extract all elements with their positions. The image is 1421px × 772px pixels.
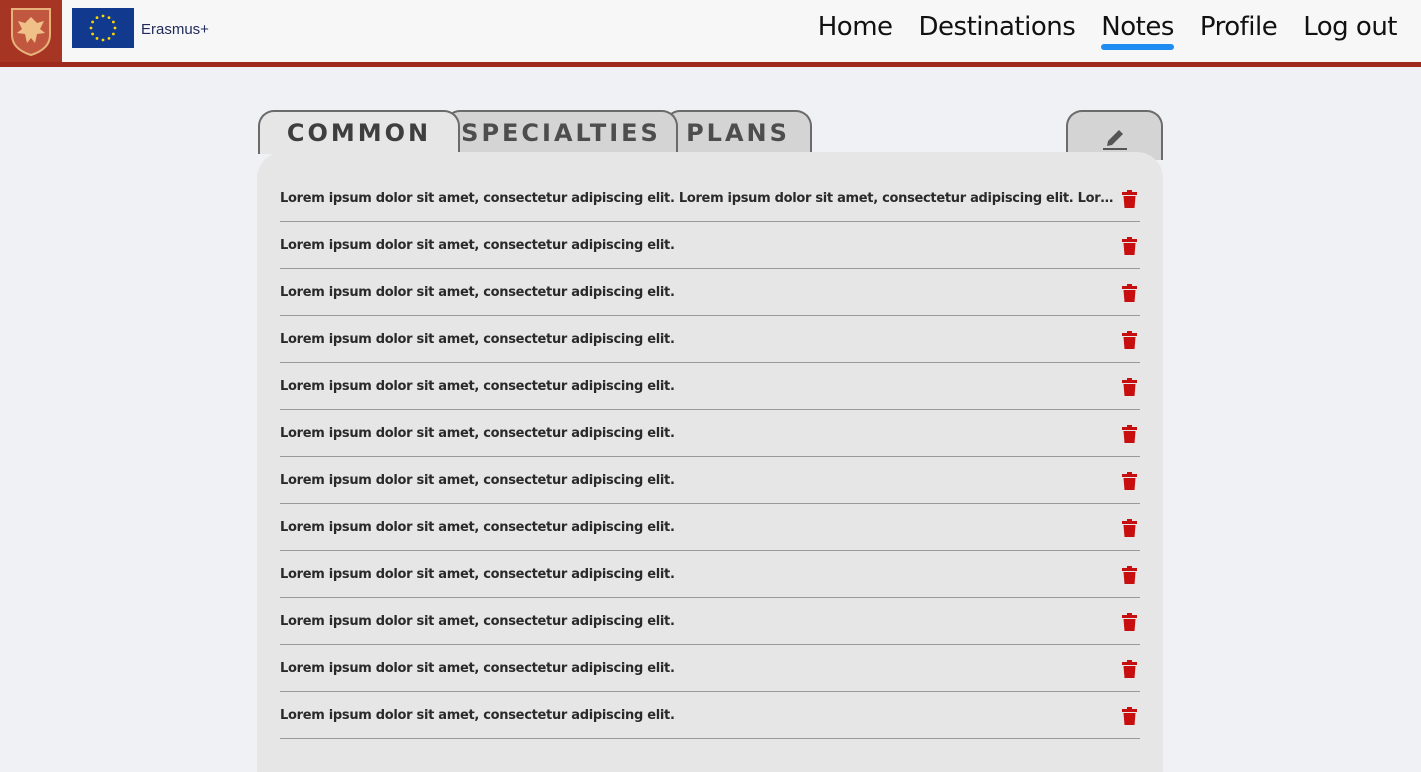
trash-icon[interactable] bbox=[1121, 189, 1138, 209]
brand-name: Erasmus+ bbox=[141, 21, 209, 38]
trash-icon[interactable] bbox=[1121, 659, 1138, 679]
trash-icon[interactable] bbox=[1121, 518, 1138, 538]
note-text: Lorem ipsum dolor sit amet, consectetur … bbox=[280, 707, 675, 723]
note-text: Lorem ipsum dolor sit amet, consectetur … bbox=[280, 566, 675, 582]
nav-notes[interactable]: Notes bbox=[1101, 12, 1174, 50]
note-item: Lorem ipsum dolor sit amet, consectetur … bbox=[280, 645, 1140, 692]
note-text: Lorem ipsum dolor sit amet, consectetur … bbox=[280, 613, 675, 629]
note-item: Lorem ipsum dolor sit amet, consectetur … bbox=[280, 598, 1140, 645]
note-text: Lorem ipsum dolor sit amet, consectetur … bbox=[280, 190, 1118, 206]
notes-list: Lorem ipsum dolor sit amet, consectetur … bbox=[280, 175, 1140, 739]
note-item: Lorem ipsum dolor sit amet, consectetur … bbox=[280, 410, 1140, 457]
note-text: Lorem ipsum dolor sit amet, consectetur … bbox=[280, 237, 675, 253]
note-item: Lorem ipsum dolor sit amet, consectetur … bbox=[280, 269, 1140, 316]
trash-icon[interactable] bbox=[1121, 330, 1138, 350]
trash-icon[interactable] bbox=[1121, 424, 1138, 444]
tab-common[interactable]: COMMON bbox=[258, 110, 460, 154]
note-item: Lorem ipsum dolor sit amet, consectetur … bbox=[280, 175, 1140, 222]
trash-icon[interactable] bbox=[1121, 565, 1138, 585]
nav-home[interactable]: Home bbox=[818, 12, 893, 42]
note-item: Lorem ipsum dolor sit amet, consectetur … bbox=[280, 504, 1140, 551]
notes-panel: Lorem ipsum dolor sit amet, consectetur … bbox=[257, 152, 1163, 772]
note-text: Lorem ipsum dolor sit amet, consectetur … bbox=[280, 660, 675, 676]
nav-destinations[interactable]: Destinations bbox=[919, 12, 1076, 42]
tab-specialties[interactable]: SPECIALTIES bbox=[444, 110, 678, 154]
note-text: Lorem ipsum dolor sit amet, consectetur … bbox=[280, 331, 675, 347]
trash-icon[interactable] bbox=[1121, 706, 1138, 726]
tab-plans[interactable]: PLANS bbox=[664, 110, 812, 154]
trash-icon[interactable] bbox=[1121, 471, 1138, 491]
trash-icon[interactable] bbox=[1121, 377, 1138, 397]
note-item: Lorem ipsum dolor sit amet, consectetur … bbox=[280, 551, 1140, 598]
note-text: Lorem ipsum dolor sit amet, consectetur … bbox=[280, 472, 675, 488]
eagle-crest-icon[interactable] bbox=[0, 0, 62, 62]
note-item: Lorem ipsum dolor sit amet, consectetur … bbox=[280, 222, 1140, 269]
nav-logout[interactable]: Log out bbox=[1303, 12, 1397, 42]
trash-icon[interactable] bbox=[1121, 612, 1138, 632]
eu-flag-icon bbox=[72, 8, 134, 48]
note-text: Lorem ipsum dolor sit amet, consectetur … bbox=[280, 378, 675, 394]
note-item: Lorem ipsum dolor sit amet, consectetur … bbox=[280, 363, 1140, 410]
trash-icon[interactable] bbox=[1121, 283, 1138, 303]
pencil-icon bbox=[1102, 130, 1127, 150]
main-nav: Home Destinations Notes Profile Log out bbox=[818, 12, 1397, 50]
trash-icon[interactable] bbox=[1121, 236, 1138, 256]
note-text: Lorem ipsum dolor sit amet, consectetur … bbox=[280, 425, 675, 441]
note-item: Lorem ipsum dolor sit amet, consectetur … bbox=[280, 692, 1140, 739]
top-header: Erasmus+ Home Destinations Notes Profile… bbox=[0, 0, 1421, 67]
note-text: Lorem ipsum dolor sit amet, consectetur … bbox=[280, 284, 675, 300]
nav-profile[interactable]: Profile bbox=[1200, 12, 1278, 42]
note-item: Lorem ipsum dolor sit amet, consectetur … bbox=[280, 316, 1140, 363]
note-text: Lorem ipsum dolor sit amet, consectetur … bbox=[280, 519, 675, 535]
note-item: Lorem ipsum dolor sit amet, consectetur … bbox=[280, 457, 1140, 504]
